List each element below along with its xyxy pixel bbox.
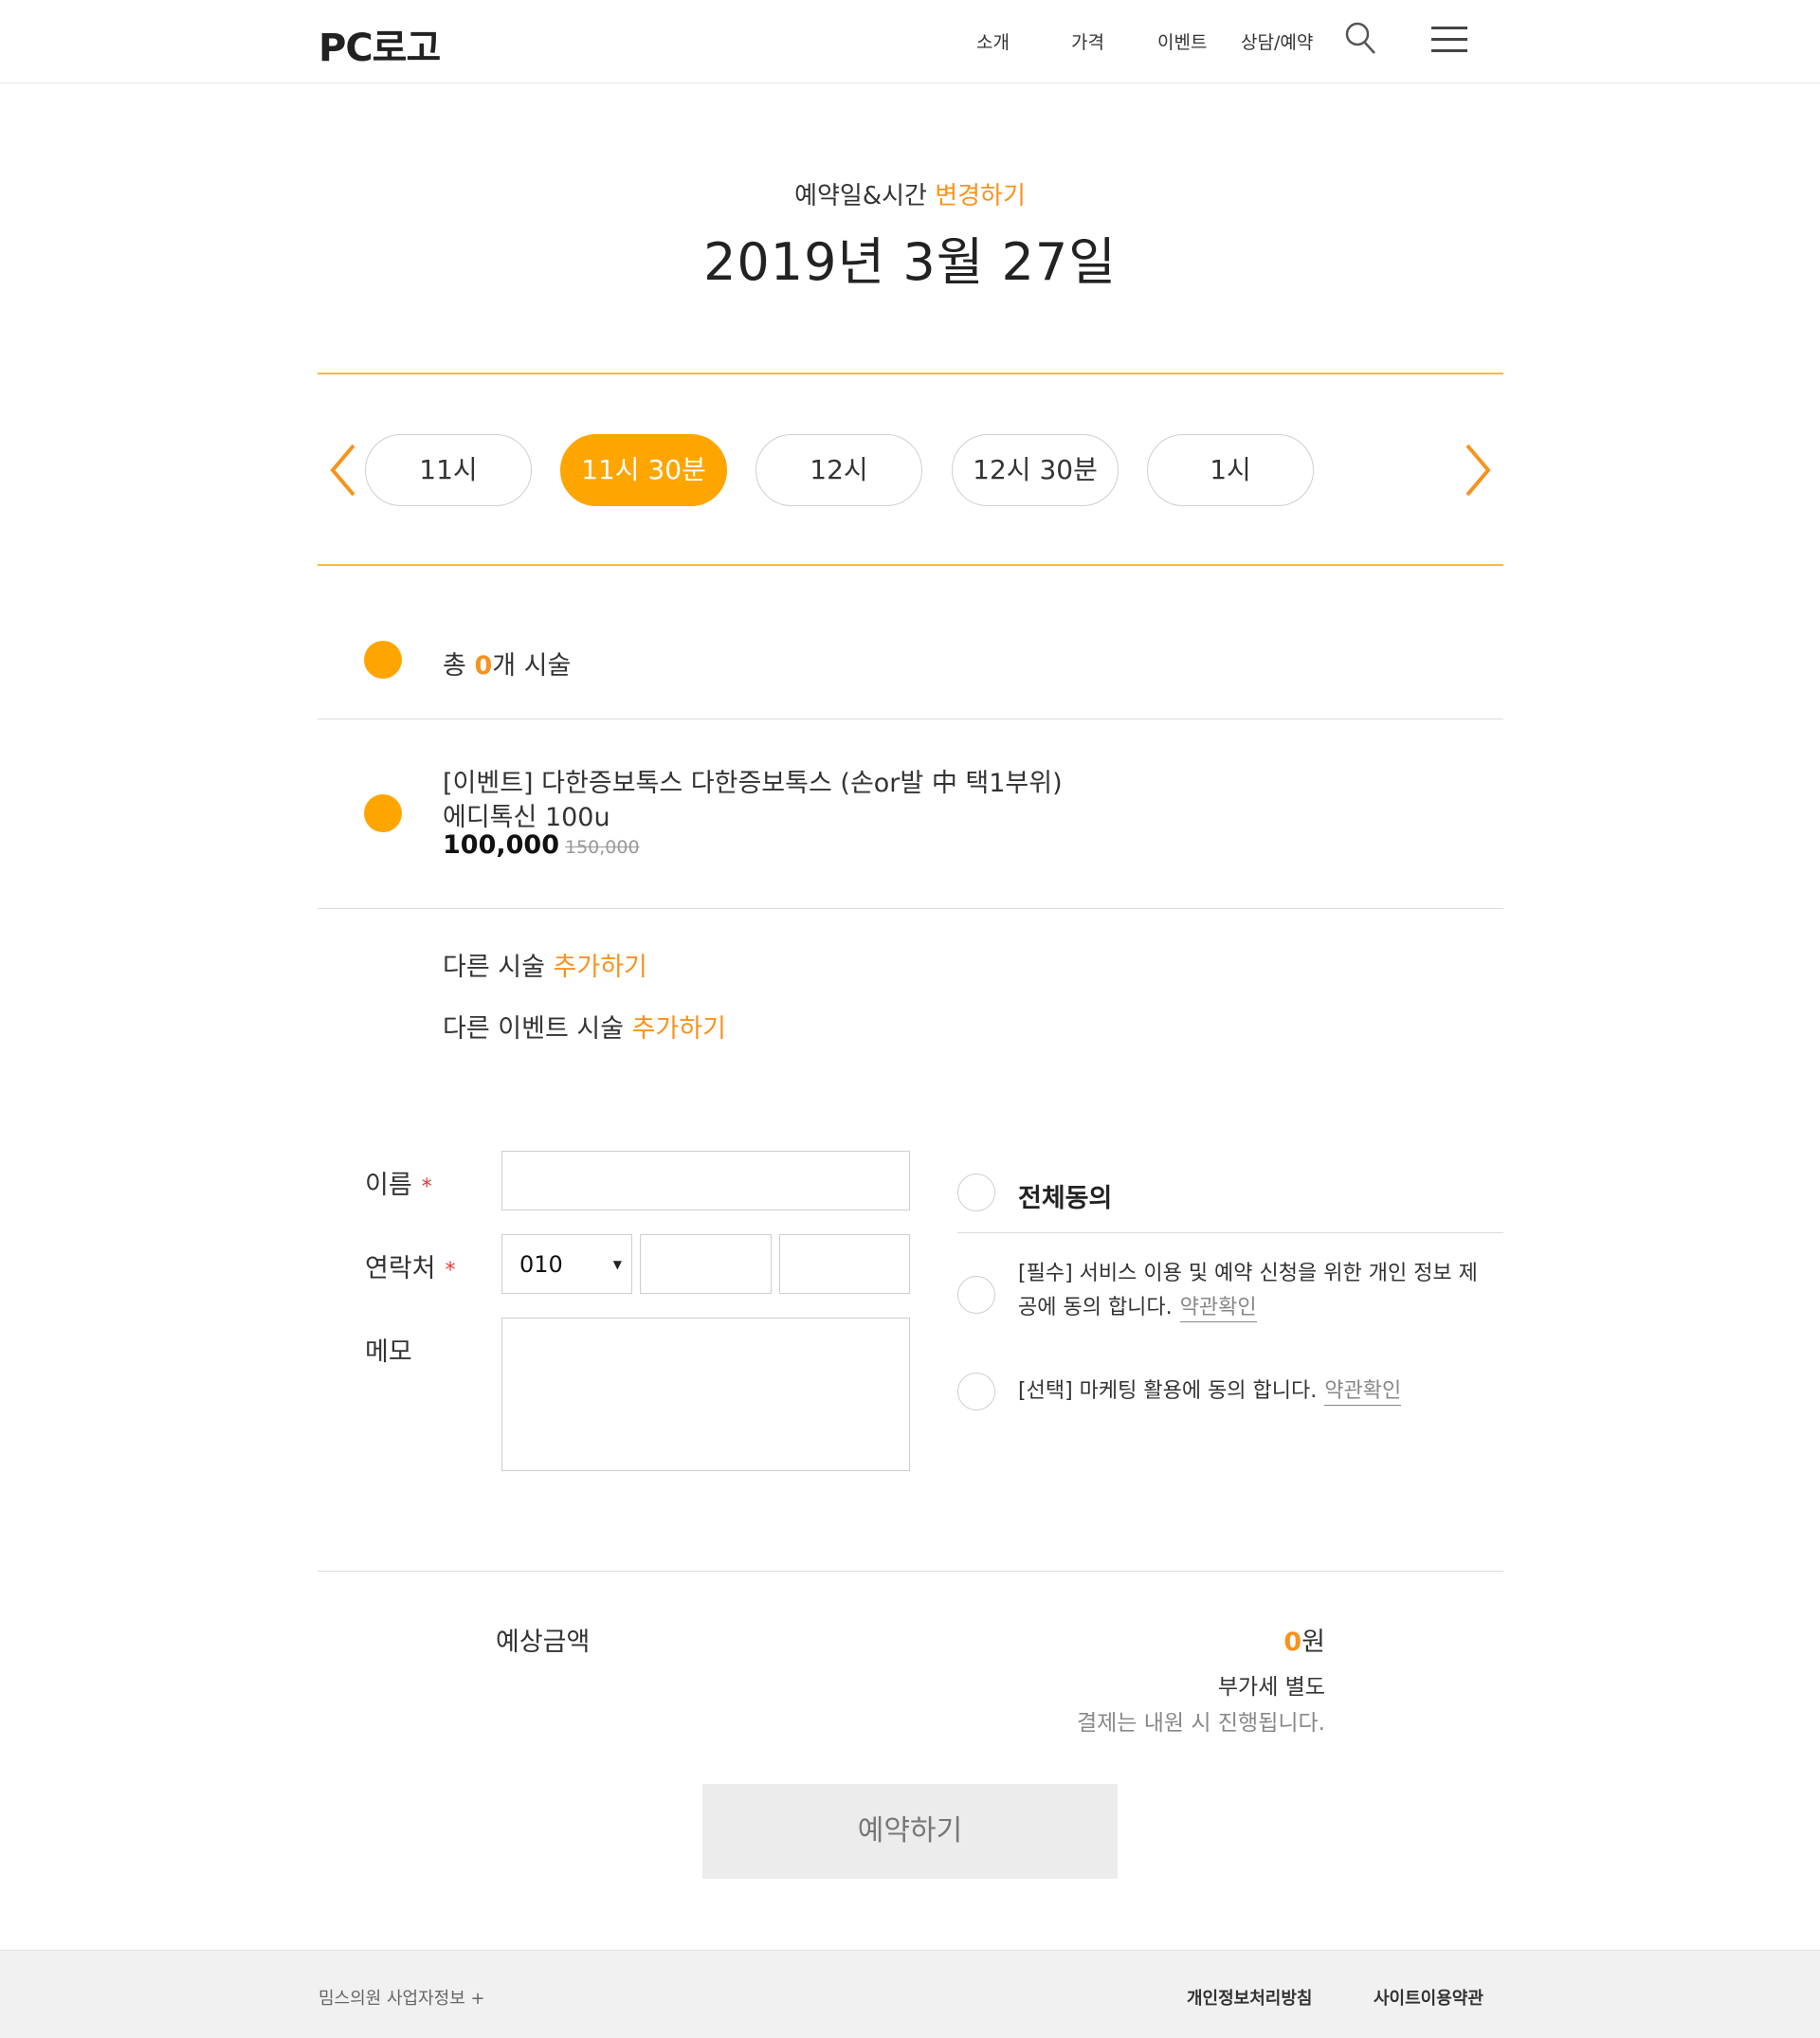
phone-prefix-select[interactable]: 010 ▼ [501,1234,632,1294]
item-price: 100,000 150,000 [443,830,640,860]
bullet-icon [364,641,402,679]
site-logo[interactable]: PC로고 [318,17,441,72]
agree-all-label: 전체동의 [1018,1184,1113,1213]
add-procedure-link[interactable]: 추가하기 [554,953,647,982]
divider [318,1571,1503,1572]
next-arrow-icon[interactable] [1458,442,1496,499]
agree-optional-text: [선택] 마케팅 활용에 동의 합니다. 약관확인 [1018,1374,1402,1409]
change-date-link[interactable]: 변경하기 [935,182,1026,210]
item-original-price: 150,000 [564,837,640,858]
divider [318,564,1503,566]
site-footer: 밈스의원 사업자정보 + 개인정보처리방침 사이트이용약관 [0,1950,1820,2038]
bullet-icon [364,794,402,832]
prev-arrow-icon[interactable] [325,442,363,499]
divider [318,373,1503,374]
divider [957,1232,1503,1233]
privacy-policy-link[interactable]: 개인정보처리방침 [1187,1985,1312,2010]
phone-middle-input[interactable] [640,1234,772,1294]
terms-link-optional[interactable]: 약관확인 [1324,1379,1402,1406]
phone-label: 연락처 * [365,1254,456,1283]
time-slot-selected[interactable]: 11시 30분 [560,434,727,506]
time-slot[interactable]: 11시 [365,434,532,506]
estimate-label: 예상금액 [496,1628,591,1657]
agree-required-text: [필수] 서비스 이용 및 예약 신청을 위한 개인 정보 제 공에 동의 합니… [1018,1257,1478,1325]
item-subtitle: 에디톡신 100u [443,803,610,832]
name-input[interactable] [501,1151,910,1210]
reservation-date-label: 예약일&시간 변경하기 [794,182,1026,210]
agree-optional-checkbox[interactable] [957,1373,995,1410]
item-title: [이벤트] 다한증보톡스 다한증보톡스 (손or발 中 택1부위) [443,769,1063,798]
site-terms-link[interactable]: 사이트이용약관 [1374,1985,1483,2010]
add-procedure: 다른 시술 추가하기 [443,953,647,982]
procedure-total: 총 0개 시술 [443,651,572,681]
search-icon[interactable] [1344,21,1376,55]
memo-label: 메모 [365,1337,412,1367]
nav-item-consult[interactable]: 상담/예약 [1241,28,1313,54]
memo-textarea[interactable] [501,1318,910,1471]
nav-item-event[interactable]: 이벤트 [1157,28,1207,54]
add-event-procedure-link[interactable]: 추가하기 [632,1014,726,1044]
time-slot[interactable]: 1시 [1147,434,1314,506]
nav-item-intro[interactable]: 소개 [976,28,1010,54]
agree-all-checkbox[interactable] [957,1174,995,1211]
time-slot[interactable]: 12시 [755,434,922,506]
payment-note: 결제는 내원 시 진행됩니다. [1076,1711,1325,1736]
site-header: PC로고 소개 가격 이벤트 상담/예약 [0,0,1820,83]
nav-item-price[interactable]: 가격 [1071,28,1104,54]
agree-required-checkbox[interactable] [957,1276,995,1314]
divider [318,908,1503,909]
name-label: 이름 * [365,1171,432,1200]
terms-link-required[interactable]: 약관확인 [1179,1296,1257,1322]
phone-last-input[interactable] [779,1234,910,1294]
add-event-procedure: 다른 이벤트 시술 추가하기 [443,1014,727,1044]
hamburger-menu-icon[interactable] [1431,27,1467,53]
estimate-value: 0원 [1283,1628,1325,1657]
vat-note: 부가세 별도 [1217,1675,1325,1700]
business-info-link[interactable]: 밈스의원 사업자정보 + [318,1985,485,2010]
time-slot[interactable]: 12시 30분 [952,434,1119,506]
reserve-button[interactable]: 예약하기 [702,1784,1118,1879]
reservation-date: 2019년 3월 27일 [703,232,1117,292]
